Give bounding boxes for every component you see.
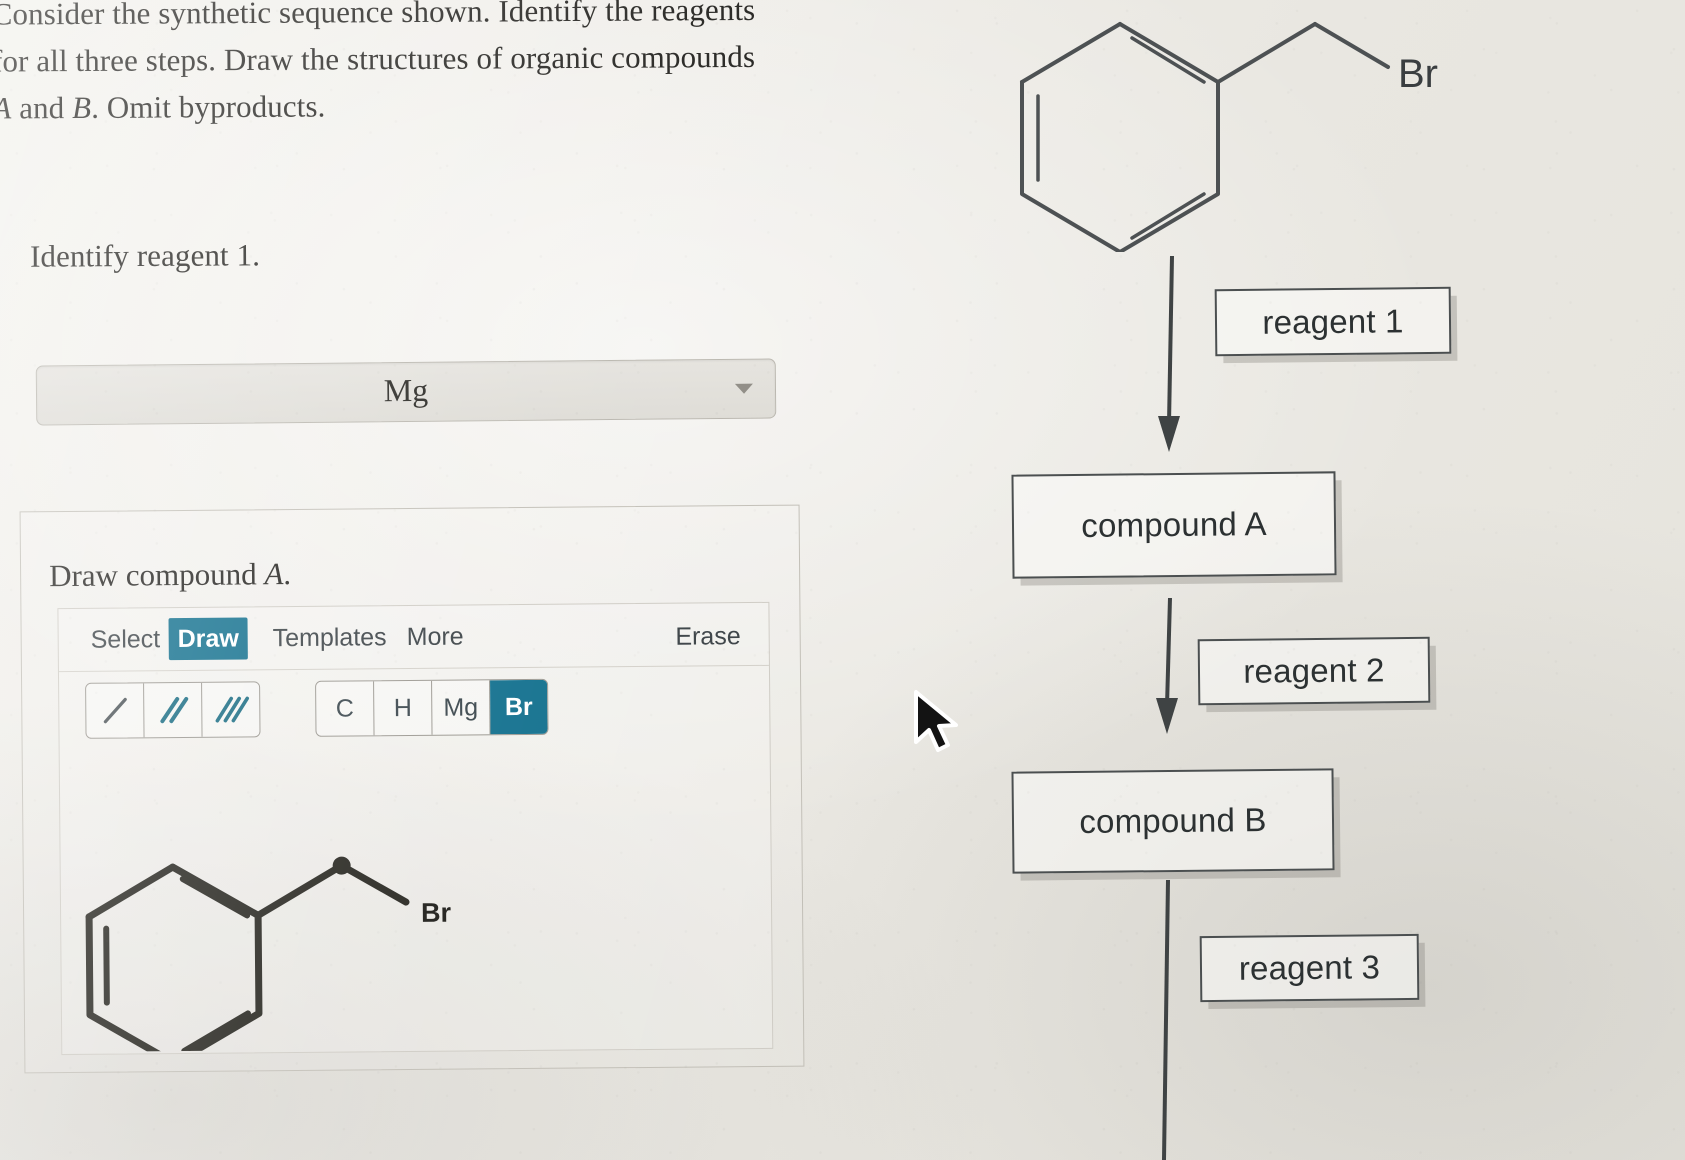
starting-material-br-label: Br [1398, 52, 1438, 96]
scheme-box-compound-b: compound B [1011, 768, 1335, 874]
scheme-box-reagent-2: reagent 2 [1197, 636, 1431, 706]
mouse-pointer-icon [914, 690, 958, 752]
scheme-box-reagent-1: reagent 1 [1214, 286, 1452, 357]
scheme-label-compound-b: compound B [1079, 801, 1267, 840]
scheme-label-reagent-2: reagent 2 [1243, 651, 1385, 690]
scheme-box-compound-a: compound A [1011, 471, 1337, 579]
scheme-label-reagent-1: reagent 1 [1262, 301, 1404, 341]
reaction-scheme: Br reagent 1 compound A reagent 2 compou… [0, 0, 1685, 1160]
arrow-step-3 [1162, 880, 1170, 1160]
starting-material-benzyl-bromide: Br [1020, 22, 1438, 252]
arrow-step-1 [1158, 255, 1180, 452]
scheme-label-compound-a: compound A [1081, 505, 1267, 544]
scheme-label-reagent-3: reagent 3 [1238, 948, 1381, 987]
scheme-box-reagent-3: reagent 3 [1199, 933, 1420, 1003]
